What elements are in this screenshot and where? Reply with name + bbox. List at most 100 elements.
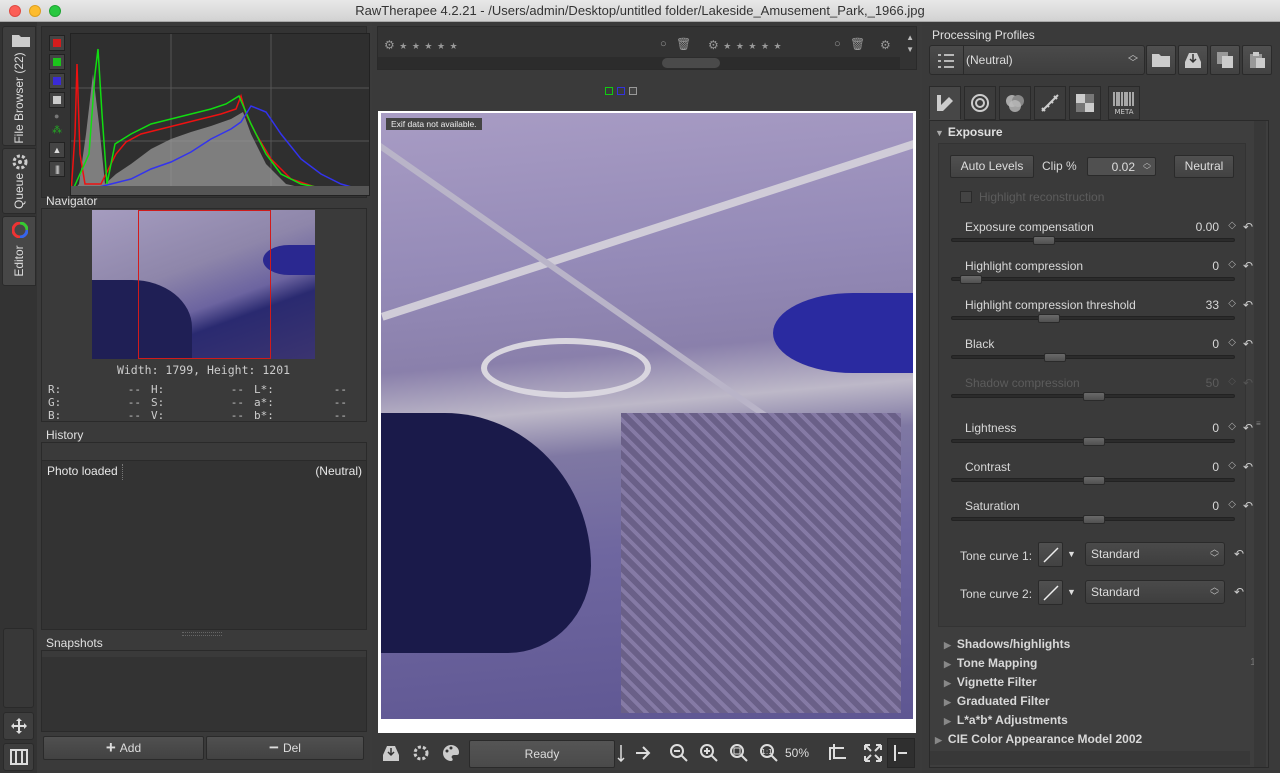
slider-value[interactable]: 0 <box>1212 499 1219 513</box>
slider-value[interactable]: 0 <box>1212 421 1219 435</box>
slider-knob[interactable] <box>1038 314 1061 323</box>
add-snapshot-button[interactable]: + Add <box>43 736 204 760</box>
paste-profile-button[interactable] <box>1242 45 1272 75</box>
reset-icon[interactable]: ↶ <box>1234 585 1244 599</box>
reject-icon[interactable]: ○ <box>834 38 842 50</box>
section-graduated-filter[interactable]: ▶ Graduated Filter <box>944 694 1050 708</box>
curve-menu-arrow-icon[interactable]: ▼ <box>1067 549 1076 559</box>
navigator-thumbnail[interactable] <box>92 210 315 359</box>
neutral-button[interactable]: Neutral <box>1174 155 1234 178</box>
new-detail-window-button[interactable] <box>823 738 851 768</box>
hide-right-panel-button[interactable] <box>887 738 915 768</box>
slider-value[interactable]: 33 <box>1206 298 1219 312</box>
reset-icon[interactable]: ↶ <box>1243 499 1253 513</box>
section-shadows-highlights[interactable]: ▶ Shadows/highlights <box>944 637 1070 651</box>
filmstrip-thumb-1[interactable]: ⚙ ★ ★ ★ ★ ★ ○ 🗑 <box>384 37 700 54</box>
slider-track[interactable] <box>951 275 1235 284</box>
raw-mode-icon[interactable]: ⁂ <box>52 125 68 139</box>
tool-panel-scrollbar[interactable]: ≡ <box>1254 121 1266 767</box>
slider-value[interactable]: 0 <box>1212 259 1219 273</box>
blue-clip-toggle[interactable] <box>617 87 625 95</box>
filmstrip-scrollbar[interactable] <box>378 57 900 69</box>
reset-icon[interactable]: ↶ <box>1234 547 1244 561</box>
delete-snapshot-button[interactable]: − Del <box>206 736 364 760</box>
slider-value[interactable]: 0.00 <box>1196 220 1219 234</box>
clip-spinner[interactable]: 0.02 ︿ ﹀ <box>1087 157 1156 176</box>
exposure-section-header[interactable]: ▼ Exposure <box>935 125 1003 139</box>
image-canvas[interactable]: Exif data not available. <box>378 111 916 733</box>
tab-editor[interactable]: Editor <box>2 216 36 286</box>
section-vignette-filter[interactable]: ▶ Vignette Filter <box>944 675 1037 689</box>
highlight-reconstruction-checkbox[interactable] <box>960 191 972 203</box>
slider-knob[interactable] <box>959 275 982 284</box>
reset-icon[interactable]: ↶ <box>1243 376 1253 390</box>
section-ciecam02[interactable]: ▶ CIE Color Appearance Model 2002 <box>935 732 1142 746</box>
reset-icon[interactable]: ↶ <box>1243 337 1253 351</box>
slider-track[interactable] <box>951 437 1235 446</box>
slider-track[interactable] <box>951 392 1235 401</box>
tab-queue[interactable]: Queue <box>2 148 36 214</box>
load-profile-button[interactable] <box>1146 45 1176 75</box>
reset-icon[interactable]: ↶ <box>1243 259 1253 273</box>
minimize-window-button[interactable] <box>29 5 41 17</box>
slider-knob[interactable] <box>1083 476 1105 485</box>
reject-icon[interactable]: ○ <box>660 38 668 50</box>
tab-detail[interactable] <box>964 86 996 120</box>
slider-track[interactable] <box>951 236 1235 245</box>
reset-icon[interactable]: ↶ <box>1243 220 1253 234</box>
slider-value[interactable]: 50 <box>1206 376 1219 390</box>
zoom-window-button[interactable] <box>49 5 61 17</box>
tab-metadata[interactable]: META <box>1108 86 1140 120</box>
green-clip-toggle[interactable] <box>605 87 613 95</box>
tab-transform[interactable] <box>1034 86 1066 120</box>
luminance-clip-toggle[interactable] <box>629 87 637 95</box>
auto-levels-button[interactable]: Auto Levels <box>950 155 1034 178</box>
slider-track[interactable] <box>951 314 1235 323</box>
section-lab-adjustments[interactable]: ▶ L*a*b* Adjustments <box>944 713 1068 727</box>
trash-icon[interactable]: 🗑 <box>850 37 866 51</box>
tab-exposure[interactable] <box>929 86 961 120</box>
slider-knob[interactable] <box>1043 353 1066 362</box>
trash-icon[interactable]: 🗑 <box>676 37 692 51</box>
close-window-button[interactable] <box>9 5 21 17</box>
filmstrip-thumb-2[interactable]: ⚙ ★ ★ ★ ★ ★ ○ 🗑 ⚙ <box>708 37 908 54</box>
slider-value[interactable]: 0 <box>1212 337 1219 351</box>
next-image-button[interactable] <box>629 738 657 768</box>
previous-image-button[interactable] <box>613 738 629 768</box>
tab-raw[interactable] <box>1069 86 1101 120</box>
tone-curve-1-mode[interactable]: Standard ︿ ﹀ <box>1085 542 1225 566</box>
zoom-100-button[interactable]: 1:1 <box>755 738 783 768</box>
curve-menu-arrow-icon[interactable]: ▼ <box>1067 587 1076 597</box>
history-row[interactable]: Photo loaded (Neutral) <box>42 462 366 480</box>
panel-resize-handle[interactable] <box>182 632 222 636</box>
move-panel-button[interactable] <box>3 712 34 740</box>
slider-knob[interactable] <box>1033 236 1056 245</box>
tone-curve-2-mode[interactable]: Standard ︿ ﹀ <box>1085 580 1225 604</box>
blue-channel-toggle[interactable] <box>49 73 65 89</box>
section-tone-mapping[interactable]: ▶Tone Mapping1:1 <box>944 656 1264 670</box>
filmstrip-up-arrow[interactable]: ▲ <box>906 33 914 42</box>
edit-external-button[interactable] <box>437 738 465 768</box>
green-channel-toggle[interactable] <box>49 54 65 70</box>
fullscreen-button[interactable] <box>859 738 887 768</box>
zoom-fit-button[interactable] <box>725 738 753 768</box>
filmstrip-toggle-button[interactable] <box>3 743 34 771</box>
slider-track[interactable] <box>951 515 1235 524</box>
slider-value[interactable]: 0 <box>1212 460 1219 474</box>
navigator-viewport-frame[interactable] <box>138 210 271 359</box>
histogram-bar-toggle[interactable]: ▲ <box>49 142 65 158</box>
slider-knob[interactable] <box>1083 392 1105 401</box>
slider-knob[interactable] <box>1083 515 1105 524</box>
scroll-grip-icon[interactable]: ≡ <box>1256 419 1261 428</box>
histogram-rgb-bar-toggle[interactable]: ||| <box>49 161 65 177</box>
slider-track[interactable] <box>951 353 1235 362</box>
send-to-queue-button[interactable] <box>407 738 435 768</box>
profile-selector[interactable]: (Neutral) ︿ ﹀ <box>929 45 1145 75</box>
slider-track[interactable] <box>951 476 1235 485</box>
save-image-button[interactable] <box>377 738 405 768</box>
reset-icon[interactable]: ↶ <box>1243 421 1253 435</box>
save-profile-button[interactable] <box>1178 45 1208 75</box>
filmstrip-scroll-thumb[interactable] <box>662 58 720 68</box>
zoom-out-button[interactable] <box>665 738 693 768</box>
reset-icon[interactable]: ↶ <box>1243 298 1253 312</box>
